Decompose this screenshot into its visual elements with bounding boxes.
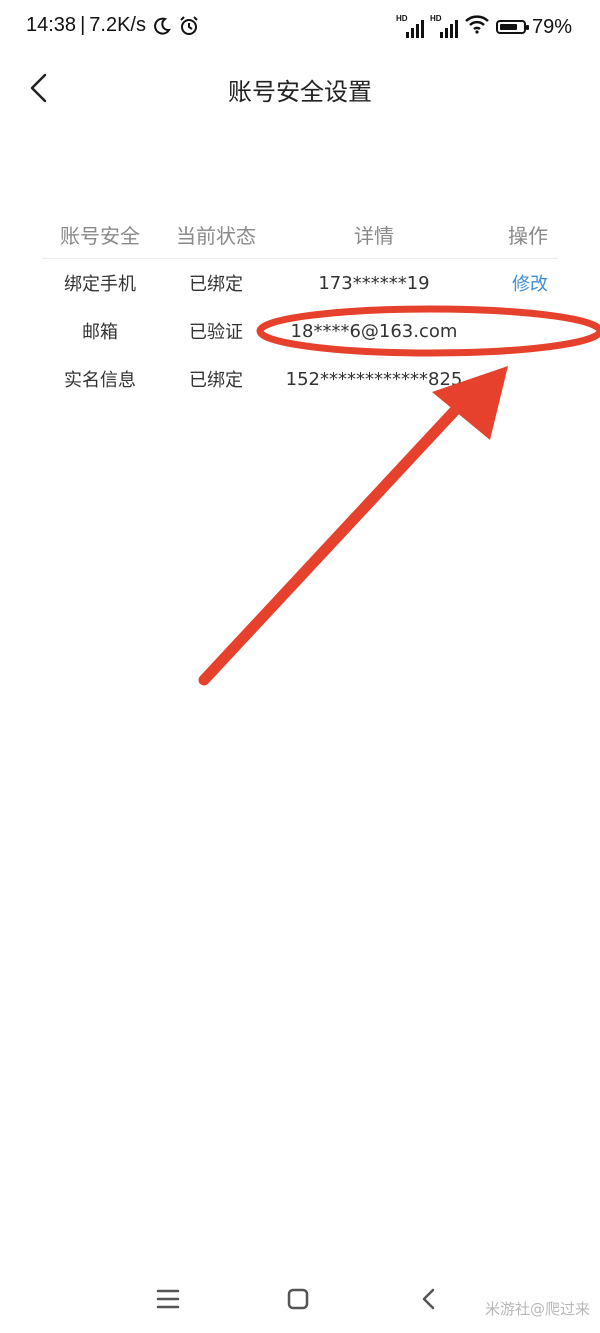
- alarm-icon: [178, 15, 200, 37]
- back-icon: [422, 1288, 435, 1310]
- row-detail: 173******19: [318, 272, 430, 294]
- clock: 14:38: [26, 14, 77, 36]
- row-item-label: 邮箱: [82, 322, 118, 343]
- annotation-overlay: [198, 305, 600, 686]
- account-security-table: 账号安全 当前状态 详情 操作 绑定手机 已绑定 173******19 修改 …: [42, 210, 558, 403]
- header: 账号安全设置: [0, 60, 600, 116]
- status-bar: 14:38 | 7.2K/s HD HD 79%: [0, 0, 600, 56]
- table-row-phone: 绑定手机 已绑定 173******19 修改: [42, 259, 558, 307]
- battery-percent: 79%: [531, 15, 572, 38]
- column-header-status: 当前状态: [176, 223, 256, 248]
- row-detail: 18****6@163.com: [290, 320, 458, 342]
- menu-icon: [156, 1289, 180, 1309]
- screen: 14:38 | 7.2K/s HD HD 79% 账号安全设置 账号安全 当前状…: [0, 0, 600, 1333]
- home-icon: [287, 1288, 309, 1310]
- row-item-label: 绑定手机: [64, 274, 136, 295]
- table-row-email: 邮箱 已验证 18****6@163.com: [42, 307, 558, 355]
- nav-back-button[interactable]: [408, 1279, 448, 1319]
- menu-button[interactable]: [148, 1279, 188, 1319]
- row-detail: 152************825: [285, 368, 463, 390]
- wifi-icon: [464, 14, 490, 40]
- watermark: 米游社@爬过来: [484, 1300, 590, 1318]
- table-header-row: 账号安全 当前状态 详情 操作: [42, 210, 558, 259]
- table-row-realname: 实名信息 已绑定 152************825: [42, 355, 558, 403]
- arrow: [198, 366, 508, 686]
- page-title: 账号安全设置: [228, 78, 372, 106]
- status-separator: |: [80, 14, 86, 36]
- row-status: 已绑定: [189, 370, 243, 391]
- modify-phone-link[interactable]: 修改: [512, 274, 548, 295]
- column-header-item: 账号安全: [60, 223, 140, 248]
- signal-icon: HD: [396, 14, 424, 38]
- moon-icon: [152, 16, 172, 36]
- status-right: HD HD 79%: [396, 14, 572, 40]
- row-item-label: 实名信息: [64, 370, 136, 391]
- battery-icon: [495, 20, 529, 34]
- row-status: 已验证: [189, 322, 243, 343]
- signal-icon: HD: [430, 14, 458, 38]
- column-header-action: 操作: [508, 223, 548, 248]
- network-speed: 7.2K/s: [89, 14, 146, 36]
- column-header-detail: 详情: [354, 223, 394, 248]
- row-status: 已绑定: [189, 274, 243, 295]
- status-left: 14:38 | 7.2K/s: [26, 14, 200, 37]
- system-nav-bar: 米游社@爬过来: [0, 1263, 600, 1333]
- home-button[interactable]: [278, 1279, 318, 1319]
